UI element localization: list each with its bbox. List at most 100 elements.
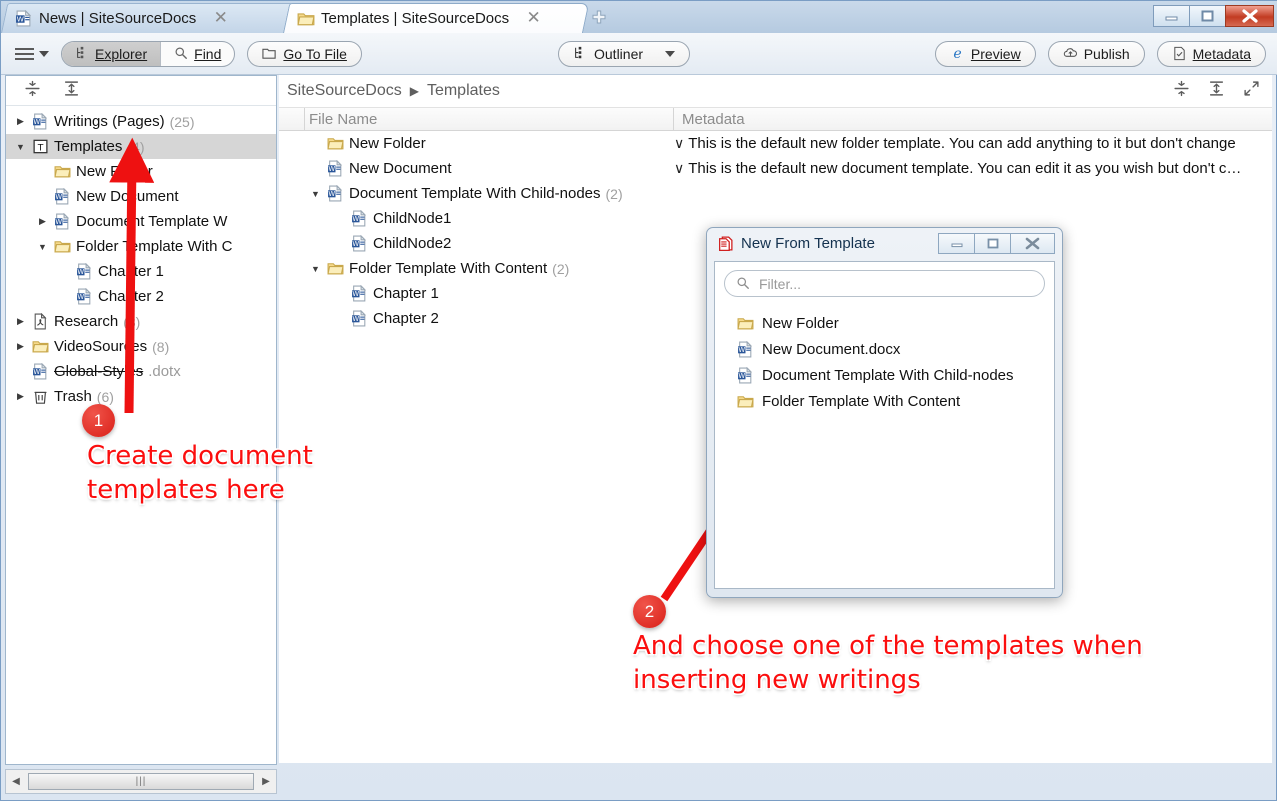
breadcrumb-root[interactable]: SiteSourceDocs — [287, 82, 402, 100]
sidebar-item-research[interactable]: ▶ Research (3) — [6, 309, 276, 334]
maximize-button[interactable] — [1189, 5, 1226, 27]
dialog-title-bar[interactable]: New From Template — [707, 228, 1062, 259]
column-metadata[interactable]: Metadata — [674, 108, 1272, 130]
tab-templates[interactable]: Templates | SiteSourceDocs ✕ — [283, 3, 590, 33]
scroll-thumb[interactable]: ||| — [28, 773, 254, 790]
outliner-button[interactable]: Outliner — [558, 40, 691, 67]
chevron-down-icon[interactable]: ▼ — [309, 189, 322, 199]
sidebar-item-count: (4) — [127, 138, 145, 155]
sidebar-item-folder-template-with-c[interactable]: ▼ Folder Template With C — [6, 234, 276, 259]
svg-text:W: W — [352, 240, 359, 248]
new-from-template-dialog: New From Template Filter... New Folder W… — [706, 227, 1063, 598]
sidebar-item-count: (3) — [123, 313, 141, 330]
folder-icon — [737, 315, 754, 332]
list-item[interactable]: W Document Template With Child-nodes — [737, 362, 1054, 388]
scroll-left-arrow[interactable]: ◀ — [6, 776, 26, 787]
sidebar-horizontal-scrollbar[interactable]: ◀ ||| ▶ — [5, 769, 277, 794]
chevron-down-icon[interactable]: ▼ — [14, 142, 27, 152]
sidebar-item-label: Research — [54, 313, 119, 330]
chevron-down-icon[interactable]: ▼ — [36, 242, 49, 252]
search-icon — [736, 276, 751, 291]
column-headers: File Name Metadata — [279, 107, 1272, 131]
svg-text:W: W — [77, 293, 84, 301]
word-document-icon: W — [54, 212, 71, 230]
tab-bar: W News | SiteSourceDocs ✕ Templates | Si… — [1, 1, 1277, 33]
folder-icon — [327, 135, 344, 152]
table-row[interactable]: ▼ W Document Template With Child-nodes (2) — [279, 181, 1272, 206]
svg-text:W: W — [328, 190, 335, 198]
dialog-close-button[interactable] — [1010, 233, 1055, 254]
metadata-text: This is the default new document templat… — [688, 160, 1242, 177]
collapse-all-icon[interactable] — [1173, 80, 1190, 102]
sidebar-item-trash[interactable]: ▶ Trash (6) — [6, 384, 276, 409]
sidebar-item-new-folder[interactable]: New Folder — [6, 159, 276, 184]
find-button[interactable]: Find — [160, 41, 234, 66]
collapse-all-icon[interactable] — [24, 80, 41, 102]
word-document-icon: W — [351, 309, 368, 327]
expand-all-icon[interactable] — [1208, 80, 1225, 102]
sidebar-item-templates[interactable]: ▼ T Templates (4) — [6, 134, 276, 159]
file-name-cell: ▼ Folder Template With Content (2) — [279, 260, 674, 277]
metadata-button[interactable]: Metadata — [1156, 40, 1266, 67]
sidebar-item-label: Writings (Pages) — [54, 113, 165, 130]
filter-input[interactable]: Filter... — [724, 270, 1045, 297]
cloud-upload-icon — [1063, 46, 1078, 61]
close-icon[interactable]: ✕ — [526, 8, 541, 28]
chevron-right-icon[interactable]: ▶ — [14, 341, 27, 352]
outline-icon — [573, 46, 588, 61]
word-document-icon: W — [32, 362, 49, 380]
svg-text:W: W — [17, 14, 25, 23]
close-icon[interactable]: ✕ — [213, 8, 228, 28]
tab-news[interactable]: W News | SiteSourceDocs ✕ — [1, 3, 298, 33]
sidebar-item-chapter-1[interactable]: W Chapter 1 — [6, 259, 276, 284]
sidebar-item-document-template-w[interactable]: ▶ W Document Template W — [6, 209, 276, 234]
file-name-cell: W ChildNode1 — [279, 209, 674, 227]
go-to-file-button[interactable]: Go To File — [247, 40, 362, 67]
table-row[interactable]: W New Document ∨ This is the default new do… — [279, 156, 1272, 181]
dialog-maximize-button[interactable] — [974, 233, 1011, 254]
preview-button[interactable]: e Preview — [934, 40, 1036, 67]
file-name-label: Chapter 2 — [373, 310, 439, 327]
publish-button[interactable]: Publish — [1047, 40, 1145, 67]
minimize-button[interactable] — [1153, 5, 1190, 27]
dialog-minimize-button[interactable] — [938, 233, 975, 254]
annotation-badge-1: 1 — [82, 404, 115, 437]
chevron-down-icon — [39, 50, 49, 57]
word-document-icon: W — [351, 209, 368, 227]
breadcrumb-current[interactable]: Templates — [427, 82, 500, 100]
application-window: W News | SiteSourceDocs ✕ Templates | Si… — [0, 0, 1277, 801]
file-name-cell: ▼ W Document Template With Child-nodes (2) — [279, 184, 674, 202]
sidebar-item-global-styles[interactable]: W Global-Styles .dotx — [6, 359, 276, 384]
sidebar-item-chapter-2[interactable]: W Chapter 2 — [6, 284, 276, 309]
explorer-button[interactable]: Explorer — [62, 41, 161, 66]
fullscreen-icon[interactable] — [1243, 80, 1260, 102]
svg-text:W: W — [328, 165, 335, 173]
menu-button[interactable] — [15, 47, 49, 60]
file-name-label: ChildNode2 — [373, 235, 452, 252]
sidebar-item-videosources[interactable]: ▶ VideoSources (8) — [6, 334, 276, 359]
sidebar-item-label: New Document — [76, 188, 179, 205]
file-name-label: ChildNode1 — [373, 210, 452, 227]
preview-label: Preview — [970, 45, 1021, 62]
chevron-right-icon[interactable]: ▶ — [14, 316, 27, 327]
chevron-down-icon[interactable]: ▼ — [309, 264, 322, 274]
chevron-right-icon[interactable]: ▶ — [14, 391, 27, 402]
dialog-window-controls — [938, 233, 1062, 254]
scroll-right-arrow[interactable]: ▶ — [256, 776, 276, 787]
file-name-label: Chapter 1 — [373, 285, 439, 302]
list-item[interactable]: Folder Template With Content — [737, 388, 1054, 414]
file-child-count: (2) — [605, 185, 623, 202]
list-item[interactable]: New Folder — [737, 310, 1054, 336]
word-document-icon: W — [32, 112, 49, 130]
list-item[interactable]: W New Document.docx — [737, 336, 1054, 362]
svg-text:e: e — [953, 46, 961, 61]
expand-all-icon[interactable] — [63, 80, 80, 102]
chevron-right-icon[interactable]: ▶ — [36, 216, 49, 227]
sidebar-item-writings-pages[interactable]: ▶ W Writings (Pages) (25) — [6, 109, 276, 134]
column-file-name[interactable]: File Name — [305, 108, 674, 130]
close-button[interactable] — [1225, 5, 1274, 27]
chevron-right-icon[interactable]: ▶ — [14, 116, 27, 127]
word-document-icon: W — [737, 366, 754, 384]
sidebar-item-new-document[interactable]: W New Document — [6, 184, 276, 209]
table-row[interactable]: New Folder ∨ This is the default new folde… — [279, 131, 1272, 156]
